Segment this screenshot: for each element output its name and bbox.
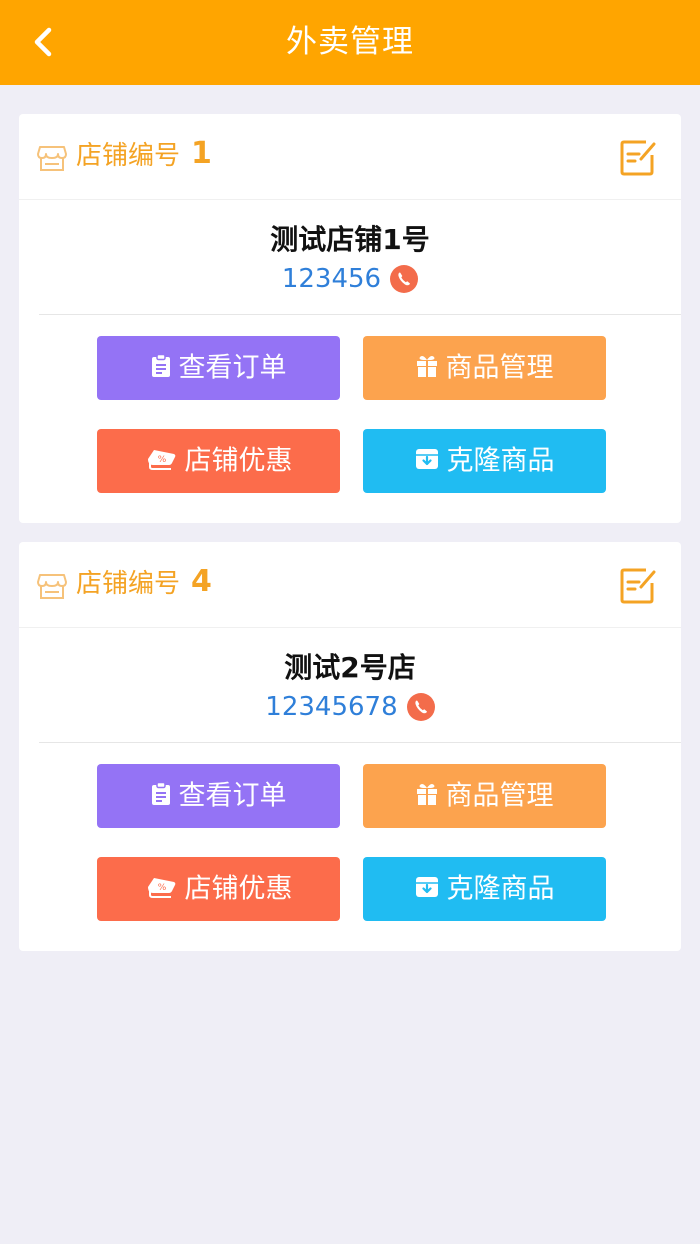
store-card: 店铺编号 4 测试2号店 12345678 查看订单 商品管理 % 店铺优惠 克… (19, 542, 681, 951)
store-card: 店铺编号 1 测试店铺1号 123456 查看订单 商品管理 % 店铺优惠 克隆… (19, 114, 681, 523)
phone-icon[interactable] (406, 693, 435, 721)
store-icon (37, 574, 67, 599)
clone-goods-button[interactable]: 克隆商品 (363, 857, 606, 921)
archive-icon (415, 448, 438, 469)
phone-icon[interactable] (390, 265, 419, 293)
gift-icon (416, 355, 437, 377)
clipboard-icon (151, 781, 170, 805)
store-icon (37, 146, 67, 171)
gift-icon (416, 783, 437, 805)
view-orders-button[interactable]: 查看订单 (97, 336, 340, 400)
store-number: 1 (191, 136, 212, 171)
divider (39, 314, 681, 315)
store-phone[interactable]: 123456 (282, 264, 381, 294)
archive-icon (415, 876, 438, 897)
manage-goods-button[interactable]: 商品管理 (363, 336, 606, 400)
view-orders-button[interactable]: 查看订单 (97, 764, 340, 828)
store-phone-row: 12345678 (19, 690, 681, 726)
store-card-header: 店铺编号 1 (19, 114, 681, 200)
store-phone-row: 123456 (19, 262, 681, 298)
store-name: 测试2号店 (284, 651, 416, 684)
store-promotion-button[interactable]: % 店铺优惠 (97, 857, 340, 921)
page-title: 外卖管理 (286, 24, 414, 60)
divider (39, 742, 681, 743)
edit-store-button[interactable] (619, 139, 657, 177)
store-card-header: 店铺编号 4 (19, 542, 681, 628)
store-phone[interactable]: 12345678 (265, 692, 397, 722)
store-number-label: 店铺编号 (76, 141, 181, 171)
store-number: 4 (191, 564, 212, 599)
store-promotion-button[interactable]: % 店铺优惠 (97, 429, 340, 493)
coupon-icon: % (147, 877, 175, 898)
edit-store-button[interactable] (619, 567, 657, 605)
edit-icon (620, 568, 656, 604)
manage-goods-button[interactable]: 商品管理 (363, 764, 606, 828)
app-header: 外卖管理 (0, 0, 700, 85)
svg-text:%: % (157, 883, 166, 893)
store-name: 测试店铺1号 (270, 223, 430, 256)
clone-goods-button[interactable]: 克隆商品 (363, 429, 606, 493)
svg-text:%: % (157, 455, 166, 465)
clipboard-icon (151, 353, 170, 377)
store-number-label: 店铺编号 (76, 569, 181, 599)
coupon-icon: % (147, 449, 175, 470)
edit-icon (620, 140, 656, 176)
